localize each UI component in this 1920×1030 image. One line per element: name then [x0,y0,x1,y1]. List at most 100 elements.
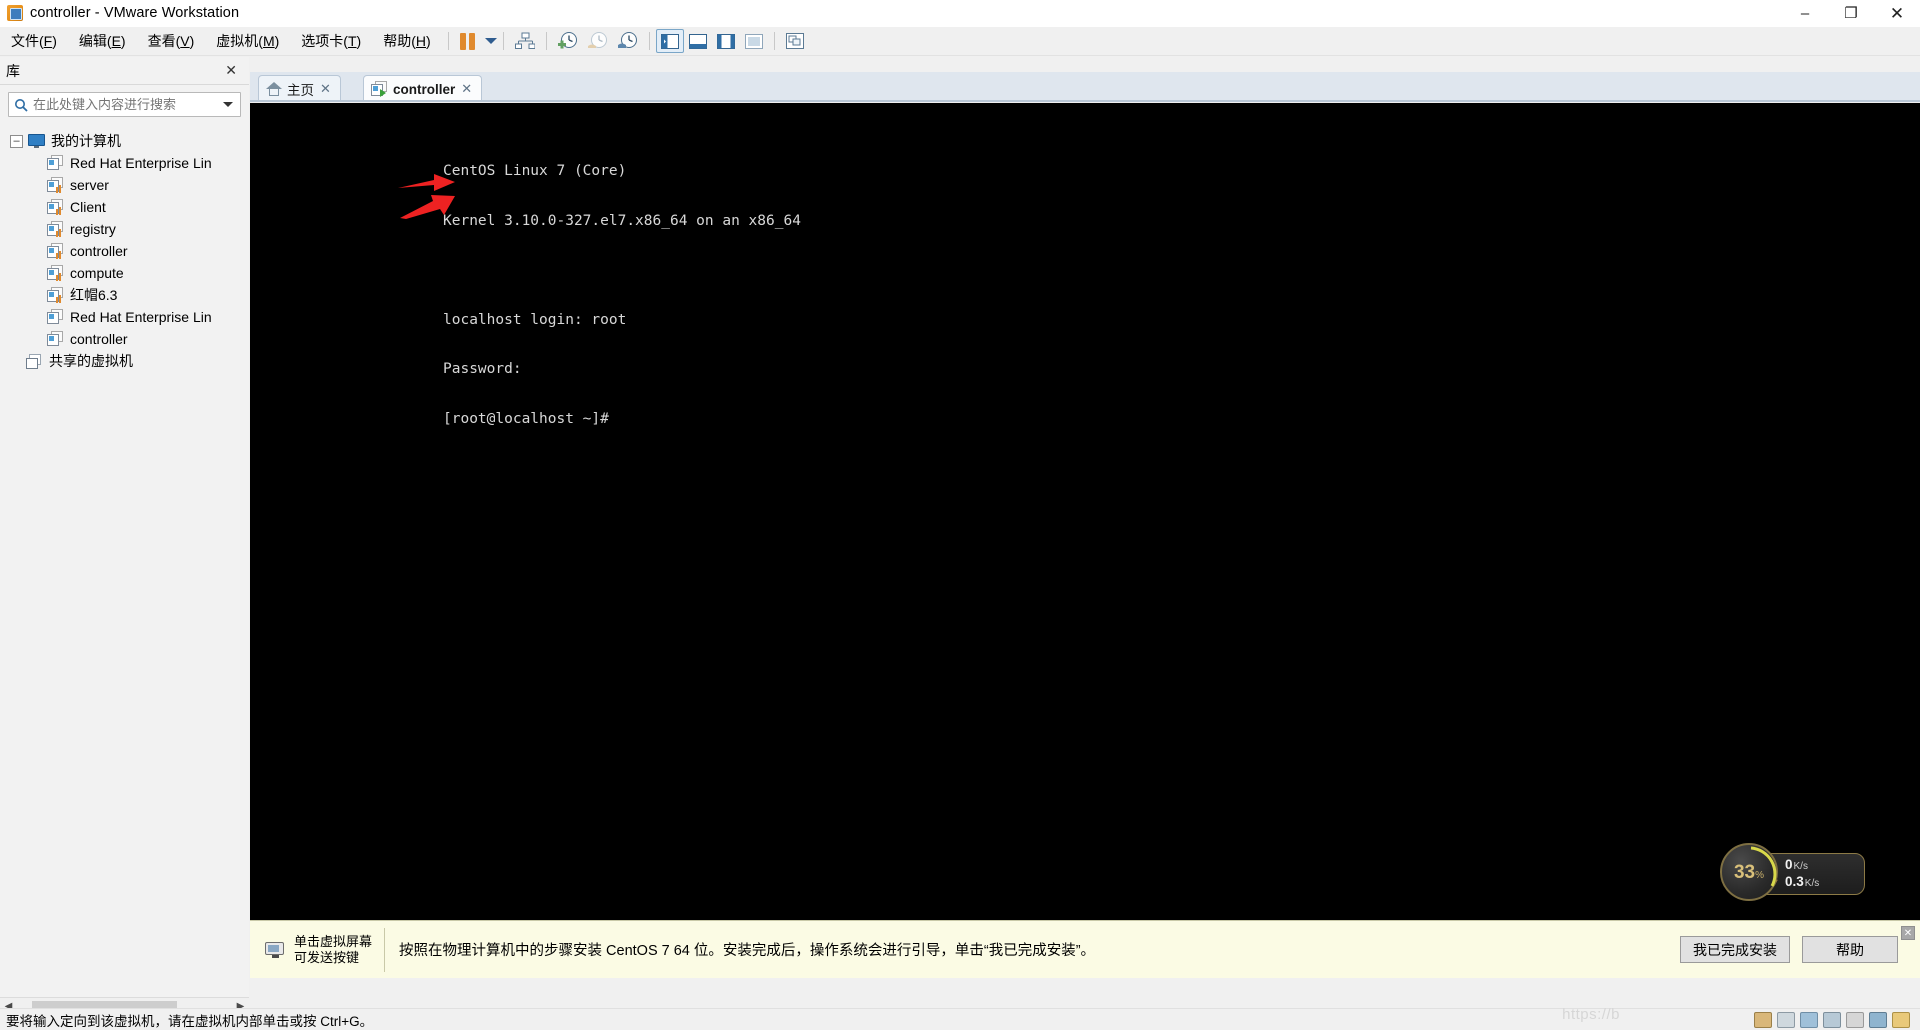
title-bar: controller - VMware Workstation – ❐ ✕ [0,0,1920,27]
vmware-icon [7,5,23,21]
unity-mode-icon[interactable] [781,29,809,53]
menu-edit[interactable]: 编辑(E) [68,28,137,54]
cpu-usage-dial: 33 % [1720,843,1778,901]
minimize-button[interactable]: – [1782,0,1828,27]
dropdown-caret-icon[interactable] [484,38,497,44]
menu-vm[interactable]: 虚拟机(M) [205,28,290,54]
show-thumbnails-icon[interactable] [712,29,740,53]
status-text: 要将输入定向到该虚拟机，请在虚拟机内部单击或按 Ctrl+G。 [6,1013,374,1029]
device-floppy-icon[interactable] [1754,1011,1772,1028]
upload-speed-value: 0 [1785,857,1793,872]
click-hint-line2: 可发送按键 [294,949,360,965]
tree-item-client[interactable]: Client [0,196,249,218]
tab-close-icon[interactable]: ✕ [459,81,474,97]
library-close-button[interactable]: ✕ [219,62,243,79]
vm-console[interactable]: CentOS Linux 7 (Core) Kernel 3.10.0-327.… [250,103,1920,920]
library-search-box[interactable] [8,92,241,117]
show-console-view-icon[interactable] [684,29,712,53]
tree-item-label: Client [70,199,106,215]
tree-item-controller-2[interactable]: controller [0,328,249,350]
menu-view[interactable]: 查看(V) [137,28,206,54]
tree-item-compute[interactable]: compute [0,262,249,284]
click-hint-line1: 单击虚拟屏幕 [294,933,373,949]
my-computer-icon [28,134,45,148]
device-folder-icon[interactable] [1892,1011,1910,1028]
notification-message: 按照在物理计算机中的步骤安装 CentOS 7 64 位。安装完成后，操作系统会… [399,943,1096,959]
vm-icon [47,265,64,281]
tab-close-icon[interactable]: ✕ [318,81,333,97]
toolbar-separator-1 [447,32,449,50]
notification-bar: 单击虚拟屏幕 可发送按键 按照在物理计算机中的步骤安装 CentOS 7 64 位… [250,920,1920,978]
tab-controller[interactable]: controller ✕ [363,75,483,102]
vm-icon [47,221,64,237]
toolbar-separator-2 [502,32,504,50]
tab-strip: 主页 ✕ controller ✕ [250,72,1920,102]
tree-item-label: registry [70,221,116,237]
vm-icon [47,287,64,303]
menu-file[interactable]: 文件(F) [0,28,68,54]
tree-item-rhel-1[interactable]: Red Hat Enterprise Lin [0,152,249,174]
terminal-line-password: Password: [443,361,522,377]
upload-speed-unit: K/s [1793,861,1808,872]
device-cd-icon[interactable] [1777,1011,1795,1028]
snapshot-manager-icon[interactable] [613,29,643,53]
tree-item-shared-vms[interactable]: 共享的虚拟机 [0,350,249,372]
vm-icon [47,177,64,193]
finished-install-button[interactable]: 我已完成安装 [1680,936,1790,963]
tree-item-registry[interactable]: registry [0,218,249,240]
click-hint: 单击虚拟屏幕 可发送按键 [294,934,372,966]
tab-home[interactable]: 主页 ✕ [258,75,341,102]
toolbar-separator-4 [648,32,650,50]
tab-label: controller [393,81,456,97]
vm-library-tree: – 我的计算机 Red Hat Enterprise Lin server Cl… [0,124,249,372]
device-display-icon[interactable] [1869,1011,1887,1028]
show-fullscreen-icon[interactable] [740,29,768,53]
tree-item-server[interactable]: server [0,174,249,196]
show-library-toggle[interactable] [655,29,684,53]
cpu-usage-arc [1750,846,1777,887]
tree-item-label: controller [70,243,128,259]
watermark-text: https://b [1562,1006,1620,1023]
maximize-button[interactable]: ❐ [1828,0,1874,27]
tree-root-my-computer[interactable]: – 我的计算机 [0,130,249,152]
tree-expander[interactable]: – [10,134,23,148]
tree-item-rhel-2[interactable]: Red Hat Enterprise Lin [0,306,249,328]
chevron-down-icon[interactable] [223,102,233,107]
tree-item-redhat63[interactable]: 红帽6.3 [0,284,249,306]
tree-item-controller[interactable]: controller [0,240,249,262]
notification-close-button[interactable]: ✕ [1901,926,1915,940]
close-button[interactable]: ✕ [1874,0,1920,27]
vmware-workstation-window: controller - VMware Workstation – ❐ ✕ 文件… [0,0,1920,1030]
notification-buttons: 我已完成安装 帮助 [1680,936,1898,963]
download-speed-unit: K/s [1804,878,1820,889]
device-network-icon[interactable] [1800,1011,1818,1028]
home-icon [266,82,282,96]
library-panel: 库 ✕ – 我的计算机 Red Hat Enterprise Lin [0,57,249,1015]
search-input[interactable] [33,97,223,112]
library-header: 库 ✕ [0,57,249,85]
vm-icon [47,243,64,259]
pause-button[interactable] [459,32,475,50]
library-title: 库 [6,62,20,79]
tree-item-label: 红帽6.3 [70,287,118,303]
terminal-line: Kernel 3.10.0-327.el7.x86_64 on an x86_6… [443,212,801,229]
upload-speed-row: 0 K/s [1785,857,1864,874]
help-button[interactable]: 帮助 [1802,936,1898,963]
snapshot-take-icon[interactable] [553,29,583,53]
download-speed-row: 0.3 K/s [1785,874,1864,891]
toolbar-separator-3 [545,32,547,50]
device-printer-icon[interactable] [1846,1011,1864,1028]
snapshot-revert-icon[interactable] [583,29,613,53]
vm-icon [47,199,64,215]
window-title: controller - VMware Workstation [30,5,240,21]
menu-help[interactable]: 帮助(H) [372,28,441,54]
network-adapter-icon[interactable] [510,29,540,53]
vm-running-icon [371,81,388,97]
menu-tabs[interactable]: 选项卡(T) [290,28,372,54]
shared-vms-icon [26,353,43,369]
device-usb-icon[interactable] [1823,1011,1841,1028]
toolbar-separator-5 [773,32,775,50]
vm-icon [47,331,64,347]
terminal-line-login: localhost login: root [443,311,627,328]
virtual-screen-icon [263,940,287,960]
